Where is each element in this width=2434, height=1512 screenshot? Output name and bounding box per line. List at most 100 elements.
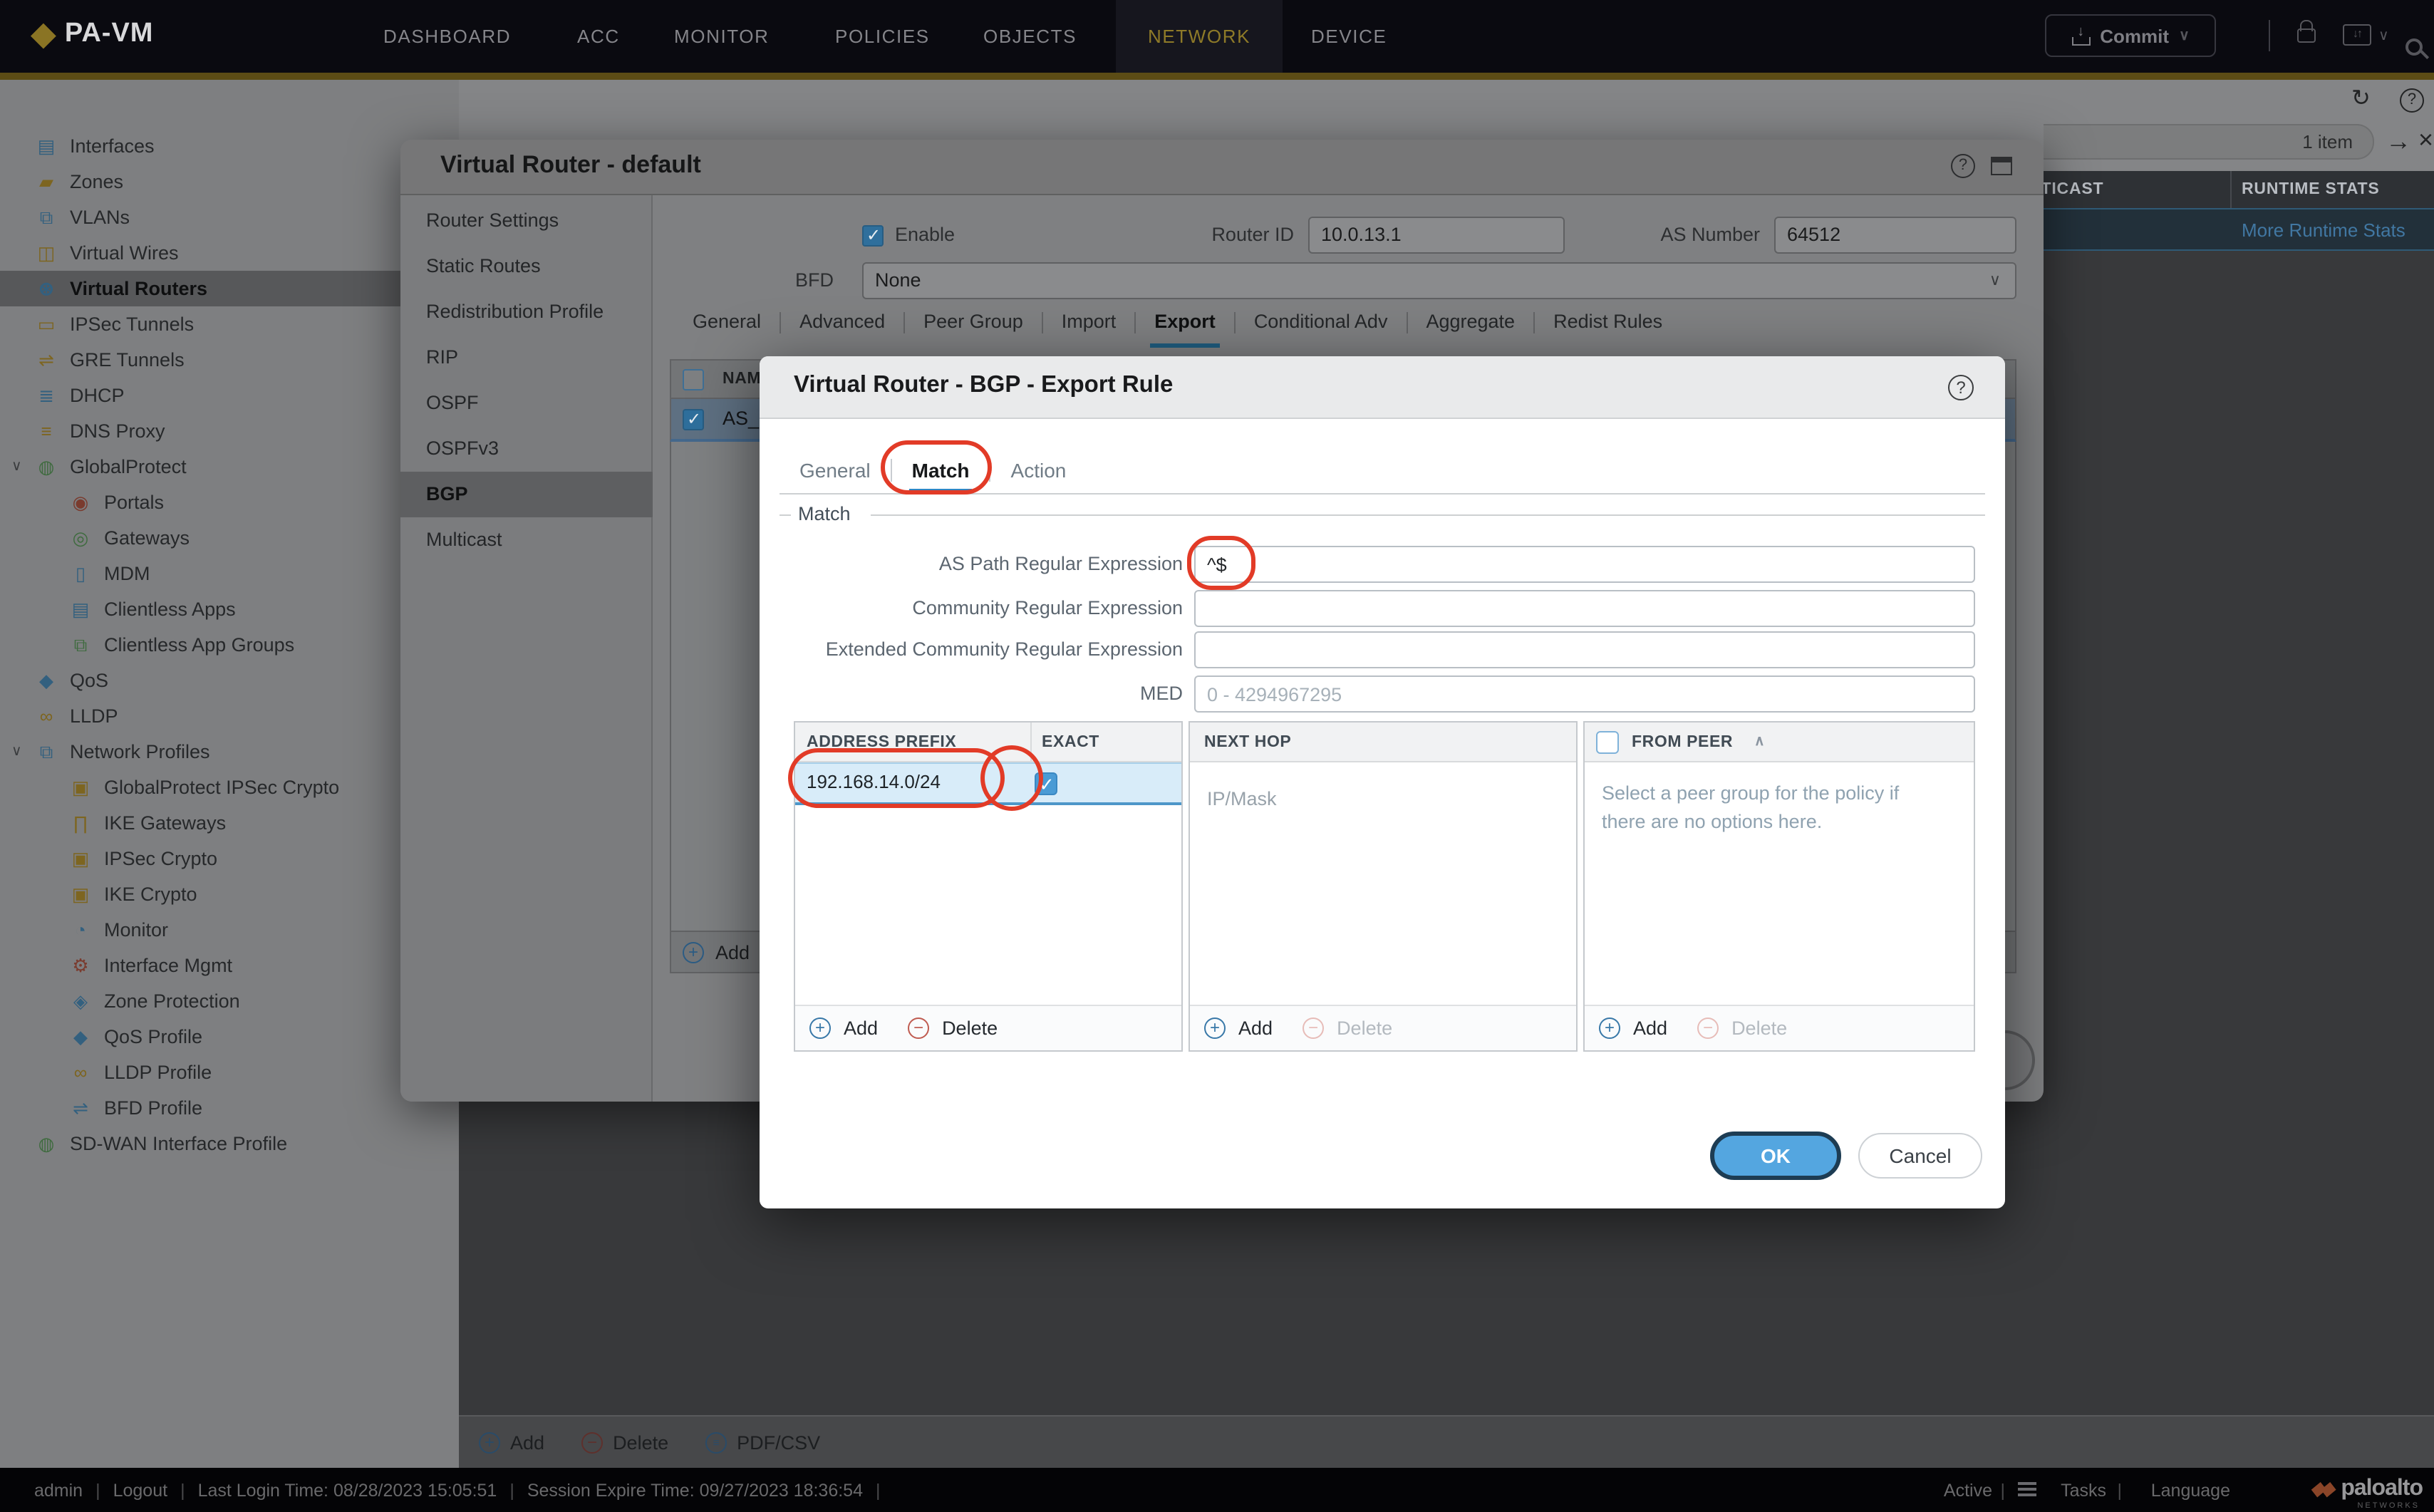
row-checkbox[interactable] <box>683 409 704 430</box>
export-tab-match[interactable]: Match <box>892 450 990 493</box>
page-add-button[interactable]: + Add <box>479 1431 544 1453</box>
vr-menu-multicast[interactable]: Multicast <box>400 517 653 563</box>
sidebar-item-portals[interactable]: ◉ Portals <box>0 485 459 520</box>
sidebar-item-dns-proxy[interactable]: ≡ DNS Proxy <box>0 413 459 449</box>
sidebar-item-ipsec-crypto[interactable]: ▣ IPSec Crypto <box>0 841 459 876</box>
export-tab-action[interactable]: Action <box>991 450 1087 490</box>
prefix-delete-button[interactable]: Delete <box>942 1018 998 1039</box>
bgp-tab-redist-rules[interactable]: Redist Rules <box>1535 304 1681 341</box>
ext-community-regex-input[interactable] <box>1194 631 1975 668</box>
export-help-icon[interactable]: ? <box>1948 375 1974 400</box>
language-button[interactable]: Language <box>2151 1480 2230 1500</box>
bgp-enable-checkbox[interactable] <box>862 225 884 247</box>
sidebar-item-bfd-profile[interactable]: ⇌ BFD Profile <box>0 1090 459 1126</box>
community-regex-input[interactable] <box>1194 590 1975 627</box>
bgp-tab-peer-group[interactable]: Peer Group <box>905 304 1042 341</box>
collapse-chevron-icon[interactable]: ∨ <box>11 459 22 475</box>
sidebar-item-lldp-profile[interactable]: ∞ LLDP Profile <box>0 1055 459 1090</box>
commit-button[interactable]: ↓ Commit ∨ <box>2045 14 2216 57</box>
nav-tab-device[interactable]: DEVICE <box>1311 0 1387 73</box>
sidebar-item-qos[interactable]: ◆ QoS <box>0 663 459 698</box>
sidebar-item-ipsec-tunnels[interactable]: ▭ IPSec Tunnels <box>0 306 459 342</box>
nav-tab-policies[interactable]: POLICIES <box>835 0 930 73</box>
nav-tab-dashboard[interactable]: DASHBOARD <box>383 0 511 73</box>
sidebar-item-sdwan-interface-profile[interactable]: ◍ SD-WAN Interface Profile <box>0 1126 459 1161</box>
export-tab-general[interactable]: General <box>780 450 891 490</box>
cancel-button[interactable]: Cancel <box>1858 1133 1982 1179</box>
pdf-csv-button[interactable]: ≡ PDF/CSV <box>705 1431 820 1453</box>
config-transfer-icon[interactable]: ↓↑ <box>2343 24 2371 46</box>
sidebar-item-clientless-apps[interactable]: ▤ Clientless Apps <box>0 591 459 627</box>
vr-menu-redistribution-profile[interactable]: Redistribution Profile <box>400 289 653 335</box>
exact-checkbox[interactable] <box>1035 772 1057 797</box>
refresh-icon[interactable]: ↻ <box>2351 86 2371 114</box>
vr-help-icon[interactable]: ? <box>1951 154 1975 178</box>
bfd-select[interactable]: None ∨ <box>862 262 2016 299</box>
bgp-tab-aggregate[interactable]: Aggregate <box>1407 304 1533 341</box>
sidebar-item-network-profiles[interactable]: ∨ ⧉ Network Profiles <box>0 734 459 770</box>
bgp-tab-advanced[interactable]: Advanced <box>781 304 903 341</box>
sidebar-item-globalprotect[interactable]: ∨ ◍ GlobalProtect <box>0 449 459 485</box>
address-prefix-row[interactable]: 192.168.14.0/24 <box>795 762 1181 805</box>
sidebar-item-ike-crypto[interactable]: ▣ IKE Crypto <box>0 876 459 912</box>
sidebar-item-mdm[interactable]: ▯ MDM <box>0 556 459 591</box>
unlock-icon[interactable] <box>2297 20 2316 43</box>
bgp-tab-general[interactable]: General <box>674 304 780 341</box>
select-all-checkbox[interactable] <box>683 369 704 390</box>
frompeer-add-button[interactable]: Add <box>1633 1018 1667 1039</box>
from-peer-select-all-checkbox[interactable] <box>1596 731 1619 754</box>
tasks-button[interactable]: Tasks <box>2061 1480 2106 1500</box>
nav-tab-objects[interactable]: OBJECTS <box>983 0 1077 73</box>
sidebar-item-zones[interactable]: ▰ Zones <box>0 164 459 200</box>
vr-menu-rip[interactable]: RIP <box>400 335 653 380</box>
sidebar-item-vlans[interactable]: ⧉ VLANs <box>0 200 459 235</box>
ok-button[interactable]: OK <box>1710 1132 1841 1180</box>
vr-menu-router-settings[interactable]: Router Settings <box>400 198 653 244</box>
vr-menu-static-routes[interactable]: Static Routes <box>400 244 653 289</box>
prefix-add-button[interactable]: Add <box>844 1018 878 1039</box>
nav-tab-monitor[interactable]: MONITOR <box>674 0 770 73</box>
sidebar-item-virtual-routers[interactable]: ⊛ Virtual Routers <box>0 271 459 306</box>
sidebar-item-ike-gateways[interactable]: ∏ IKE Gateways <box>0 805 459 841</box>
sidebar-item-lldp[interactable]: ∞ LLDP <box>0 698 459 734</box>
vr-menu-bgp[interactable]: BGP <box>400 472 653 517</box>
bgp-tab-export[interactable]: Export <box>1136 304 1234 348</box>
vr-menu-ospfv3[interactable]: OSPFv3 <box>400 426 653 472</box>
sort-up-icon[interactable]: ∧ <box>1754 723 1765 762</box>
nexthop-add-button[interactable]: Add <box>1238 1018 1273 1039</box>
sidebar-item-virtual-wires[interactable]: ◫ Virtual Wires <box>0 235 459 271</box>
as-path-regex-label: AS Path Regular Expression <box>938 553 1183 574</box>
next-page-arrow-icon[interactable]: → <box>2386 127 2411 155</box>
ipsec-tunnels-icon: ▭ <box>37 313 56 334</box>
filter-bar[interactable]: 1 item <box>2044 124 2374 160</box>
sidebar-item-gp-ipsec-crypto[interactable]: ▣ GlobalProtect IPSec Crypto <box>0 770 459 805</box>
sidebar-item-qos-profile[interactable]: ◆ QoS Profile <box>0 1019 459 1055</box>
sidebar-item-gateways[interactable]: ◎ Gateways <box>0 520 459 556</box>
sidebar-item-clientless-app-groups[interactable]: ⧉ Clientless App Groups <box>0 627 459 663</box>
sidebar-item-gre-tunnels[interactable]: ⇌ GRE Tunnels <box>0 342 459 378</box>
page-delete-button[interactable]: − Delete <box>581 1431 668 1453</box>
bgp-tab-conditional-adv[interactable]: Conditional Adv <box>1236 304 1407 341</box>
sidebar-item-interface-mgmt[interactable]: ⚙ Interface Mgmt <box>0 948 459 983</box>
router-id-input[interactable]: 10.0.13.1 <box>1308 217 1565 254</box>
nav-tab-network[interactable]: NETWORK <box>1116 0 1283 73</box>
sidebar-item-interfaces[interactable]: ▤ Interfaces <box>0 128 459 164</box>
as-path-regex-input[interactable] <box>1194 546 1975 583</box>
help-icon[interactable]: ? <box>2400 88 2424 113</box>
med-input[interactable] <box>1194 675 1975 713</box>
collapse-chevron-icon[interactable]: ∨ <box>11 744 22 760</box>
transfer-chevron-icon[interactable]: ∨ <box>2378 29 2389 44</box>
more-runtime-stats-link[interactable]: More Runtime Stats <box>2242 209 2405 252</box>
nav-tab-acc[interactable]: ACC <box>577 0 620 73</box>
clear-filter-icon[interactable]: × <box>2418 125 2433 154</box>
vr-add-button[interactable]: Add <box>715 941 750 963</box>
vr-menu-ospf[interactable]: OSPF <box>400 380 653 426</box>
vr-window-icon[interactable] <box>1991 157 2012 175</box>
sidebar-item-dhcp[interactable]: ≣ DHCP <box>0 378 459 413</box>
logout-link[interactable]: Logout <box>113 1480 167 1500</box>
sidebar-item-zone-protection[interactable]: ◈ Zone Protection <box>0 983 459 1019</box>
bgp-tab-import[interactable]: Import <box>1043 304 1135 341</box>
global-search-icon[interactable] <box>2405 38 2423 56</box>
sidebar-item-monitor[interactable]: ◔ Monitor <box>0 912 459 948</box>
as-number-input[interactable]: 64512 <box>1774 217 2016 254</box>
